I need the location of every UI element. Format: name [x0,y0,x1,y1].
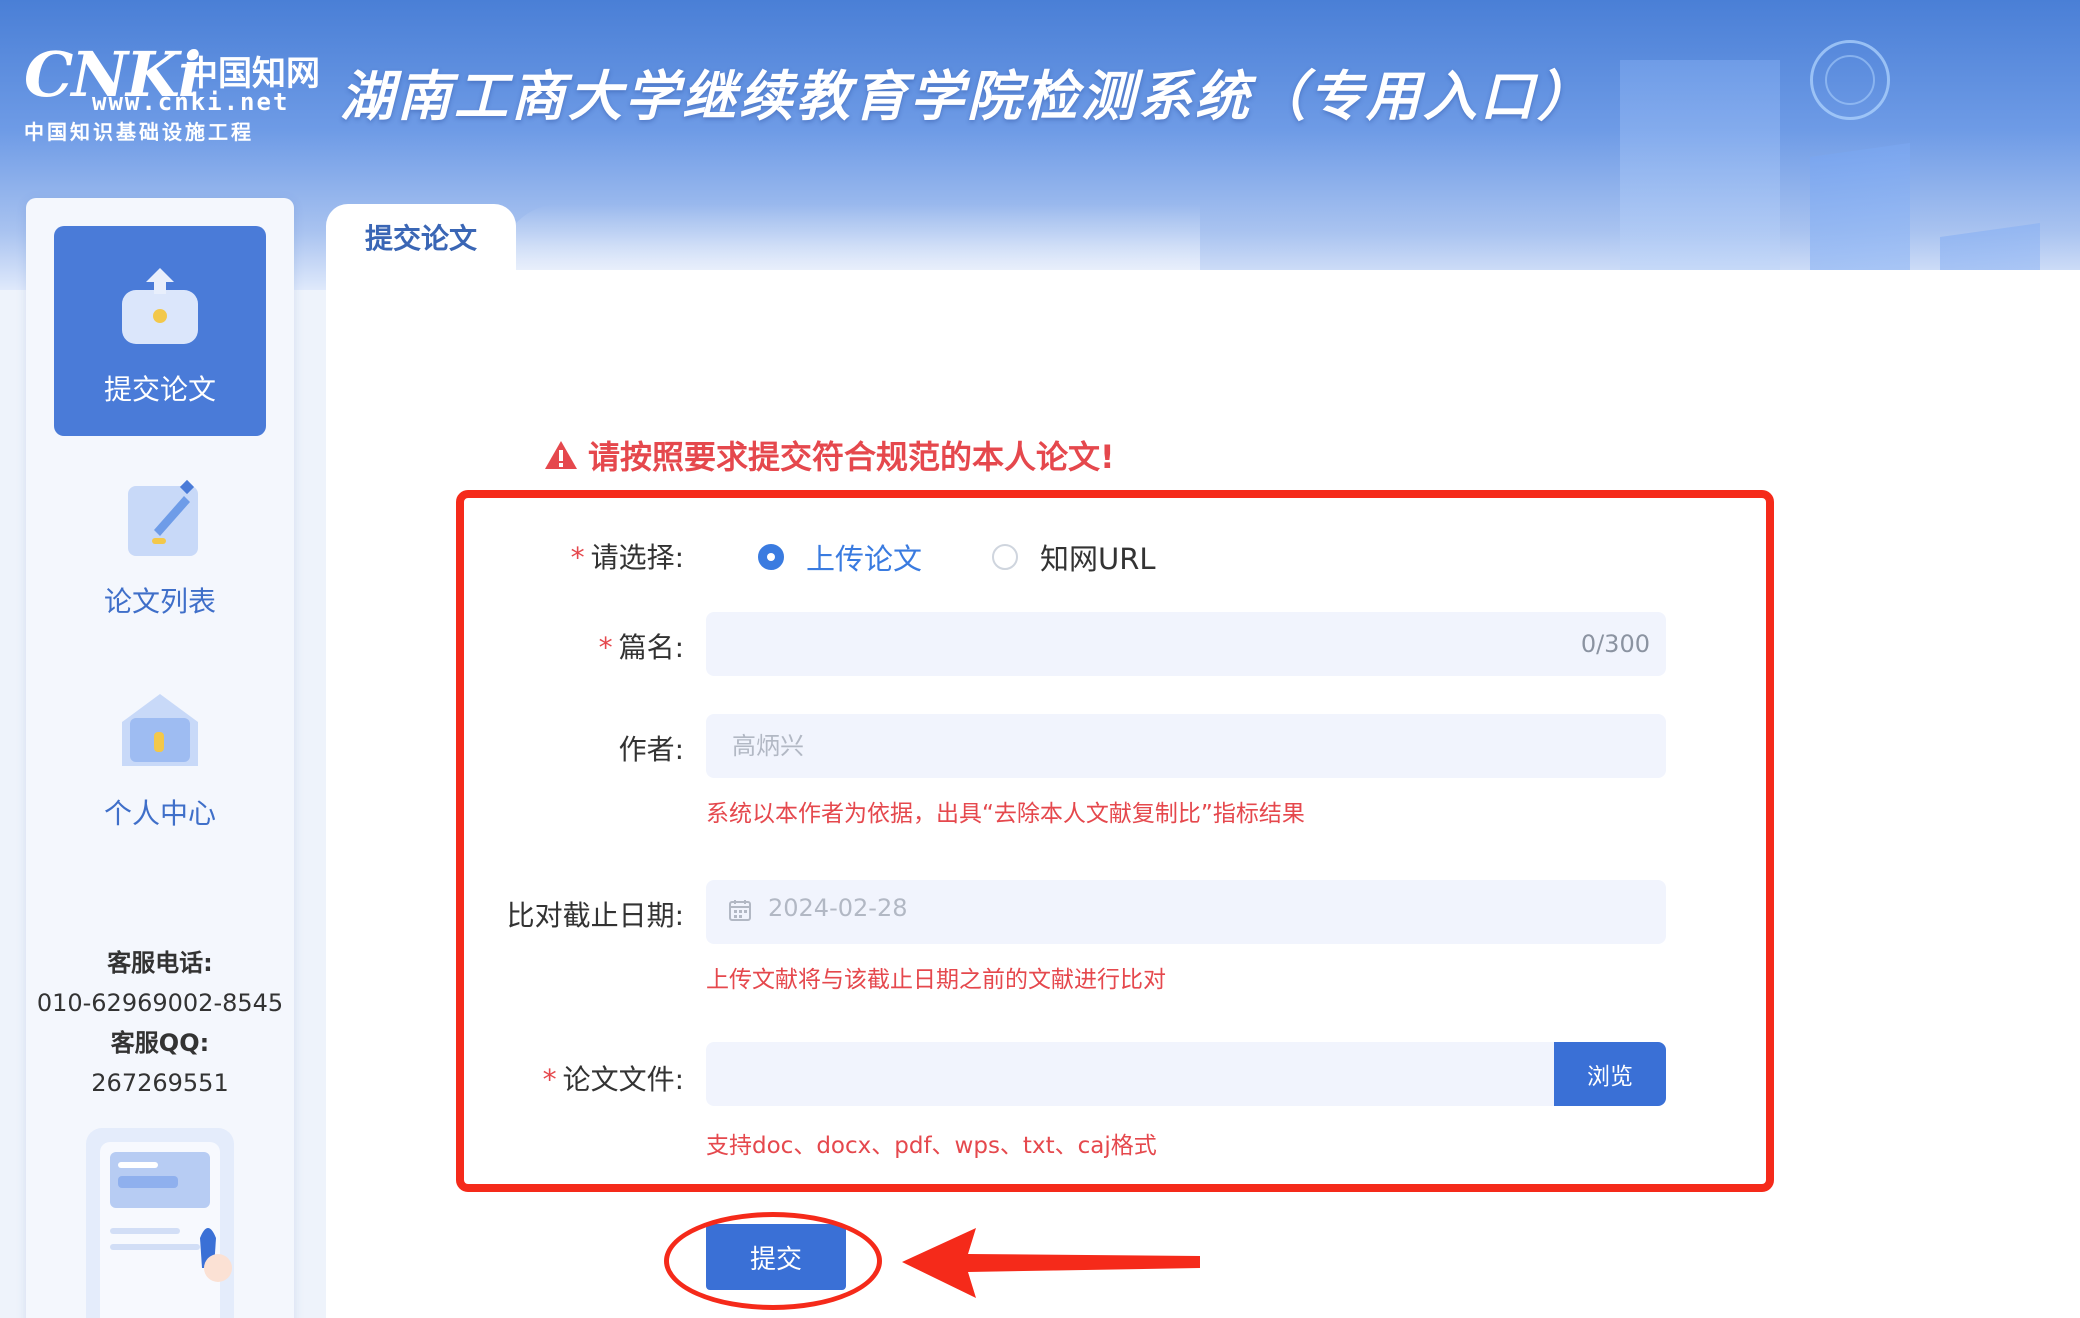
home-icon [122,694,198,766]
page-title: 湖南工商大学继续教育学院检测系统（专用入口） [340,65,1594,128]
required-mark: * [570,541,585,574]
red-arrow-annotation [902,1228,1200,1298]
edit-document-icon [128,479,198,556]
title-label: * 篇名: [560,626,684,666]
radio-dot[interactable] [992,544,1019,570]
rocket-document-illustration [86,1128,234,1318]
author-label: 作者: [618,733,684,766]
calendar-icon [729,900,751,921]
sidebar-item-personal-center[interactable]: 个人中心 [54,650,266,860]
file-format-hint: 支持doc、docx、pdf、wps、txt、caj格式 [706,1133,1157,1159]
phone-label: 客服电话: [107,949,213,977]
tab-submit-paper[interactable]: 提交论文 [326,204,516,270]
required-mark: * [542,1063,557,1096]
browse-button[interactable]: 浏览 [1554,1042,1666,1106]
qq-label: 客服QQ: [110,1029,210,1057]
compare-date-label: 比对截止日期: [506,899,684,932]
sidebar-item-paper-list[interactable]: 论文列表 [54,438,266,648]
radio-cnki-url[interactable]: 知网URL [992,536,1156,578]
required-mark: * [598,631,613,664]
contact-info: 客服电话: 010-62969002-8545 客服QQ: 267269551 [26,943,294,1103]
title-label-text: 篇名: [618,631,684,664]
sidebar-item-submit-paper[interactable]: 提交论文 [54,226,266,436]
choose-label: * 请选择: [560,536,684,576]
choose-label-text: 请选择: [590,541,684,574]
file-label: * 论文文件: [520,1058,684,1098]
warning-text: 请按照要求提交符合规范的本人论文! [588,438,1115,476]
title-input[interactable] [706,612,1666,676]
radio-dot[interactable] [758,544,784,570]
sidebar: 提交论文 论文列表 个人中心 客服电话: 010-62969002-8545 客… [26,198,294,1318]
decor-building [1810,142,1910,290]
decor-circle [1825,55,1875,105]
tab-decor [500,204,1200,270]
logo-subtitle: 中国知识基础设施工程 [24,120,254,144]
author-hint: 系统以本作者为依据，出具“去除本人文献复制比”指标结果 [706,801,1305,827]
warning-message: 请按照要求提交符合规范的本人论文! [544,432,1115,478]
radio-label: 上传论文 [806,542,923,576]
upload-box-icon [122,268,198,344]
title-char-counter: 0/300 [1580,630,1650,658]
compare-date-hint: 上传文献将与该截止日期之前的文献进行比对 [706,967,1166,993]
compare-date-value: 2024-02-28 [768,894,908,922]
warning-icon [545,441,577,469]
file-path-input[interactable] [706,1042,1554,1106]
logo-url: www.cnki.net [92,88,290,116]
phone-number: 010-62969002-8545 [36,989,284,1017]
sidebar-item-label: 个人中心 [103,797,216,830]
sidebar-item-label: 论文列表 [103,585,216,618]
sidebar-item-label: 提交论文 [103,373,216,406]
source-radio-group: 上传论文 知网URL [758,536,1156,578]
author-input[interactable] [706,714,1666,778]
radio-label: 知网URL [1040,542,1156,576]
decor-building [1620,60,1780,290]
highlight-ellipse [664,1212,882,1310]
cnki-logo: CNKi 中国知网 www.cnki.net 中国知识基础设施工程 [24,38,324,148]
radio-upload-paper[interactable]: 上传论文 [758,536,922,578]
file-label-text: 论文文件: [562,1063,684,1096]
qq-number: 267269551 [91,1069,229,1097]
